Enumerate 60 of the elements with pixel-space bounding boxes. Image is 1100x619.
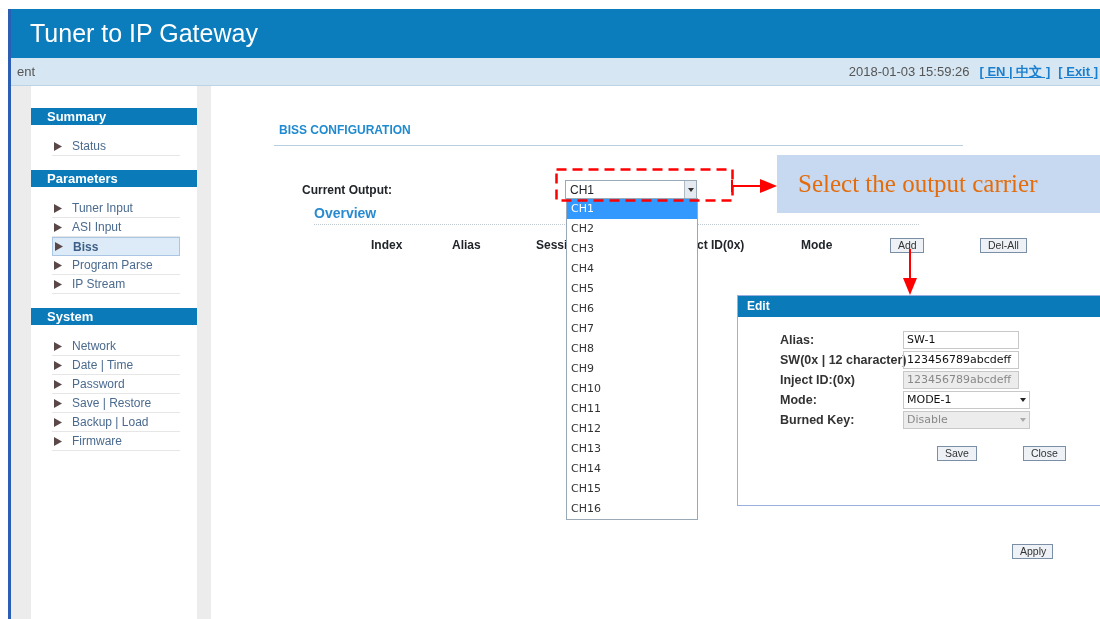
dropdown-option[interactable]: CH15 (567, 479, 697, 499)
dropdown-option[interactable]: CH9 (567, 359, 697, 379)
sidebar-item[interactable]: Program Parse (52, 256, 180, 275)
dropdown-option[interactable]: CH3 (567, 239, 697, 259)
field-label: Mode: (779, 391, 818, 409)
column-header: Mode (801, 237, 833, 254)
column-header: ct ID(0x) (697, 237, 745, 254)
sidebar-item[interactable]: Date | Time (52, 356, 180, 375)
input-field[interactable]: SW-1 (903, 331, 1019, 349)
field-label: Alias: (779, 331, 816, 349)
dropdown-option[interactable]: CH5 (567, 279, 697, 299)
field-label: Inject ID:(0x) (779, 371, 856, 389)
page-title: BISS CONFIGURATION (279, 122, 412, 139)
dropdown-icon (1020, 398, 1026, 402)
pointer-arrow (902, 249, 918, 295)
group-header: System (31, 308, 197, 325)
section-title: Overview (314, 204, 377, 223)
dropdown-option[interactable]: CH4 (567, 259, 697, 279)
dropdown-option[interactable]: CH14 (567, 459, 697, 479)
sidebar-item[interactable]: Password (52, 375, 180, 394)
dropdown-option[interactable]: CH7 (567, 319, 697, 339)
dropdown-option[interactable]: CH12 (567, 419, 697, 439)
output-select[interactable]: CH1 (565, 180, 697, 199)
dropdown-option[interactable]: CH16 (567, 499, 697, 519)
datetime-text: 2018-01-03 15:59:26 (848, 62, 970, 81)
dropdown-option[interactable]: CH8 (567, 339, 697, 359)
dropdown-icon (1020, 418, 1026, 422)
group-header: Summary (31, 108, 197, 125)
column-header: Alias (452, 237, 481, 254)
column-header: Index (371, 237, 403, 254)
sidebar-item[interactable]: IP Stream (52, 275, 180, 294)
dropdown-option[interactable]: CH6 (567, 299, 697, 319)
table-button[interactable]: Del-All (980, 237, 1027, 253)
dropdown-icon (684, 181, 696, 198)
dropdown-option[interactable]: CH10 (567, 379, 697, 399)
dialog-button[interactable]: Close (1022, 446, 1066, 461)
dialog-button[interactable]: Save (937, 446, 977, 461)
app-title: Tuner to IP Gateway (30, 17, 258, 49)
column-header: Sessi (536, 237, 568, 254)
dialog-title: Edit (738, 296, 1100, 317)
sidebar-item[interactable]: Biss (52, 237, 180, 256)
select-field[interactable]: MODE-1 (903, 391, 1030, 409)
pointer-arrow (731, 178, 778, 194)
table-button[interactable]: Add (890, 237, 924, 253)
group-header: Parameters (31, 170, 197, 187)
sidebar-item[interactable]: Network (52, 337, 180, 356)
apply-button[interactable]: Apply (1012, 544, 1053, 559)
breadcrumb-text: ent (17, 62, 36, 81)
dropdown-option[interactable]: CH13 (567, 439, 697, 459)
current-output-label: Current Output: (301, 181, 392, 199)
dropdown-option[interactable]: CH2 (567, 219, 697, 239)
sidebar-item[interactable]: Firmware (52, 432, 180, 451)
sidebar-item[interactable]: Backup | Load (52, 413, 180, 432)
field-label: Burned Key: (779, 411, 856, 429)
sidebar-item[interactable]: Tuner Input (52, 199, 180, 218)
triangle-icon (54, 141, 62, 151)
sidebar-item[interactable]: Status (52, 137, 180, 156)
callout-box: Select the output carrier (777, 155, 1100, 213)
sidebar-item[interactable]: Save | Restore (52, 394, 180, 413)
dropdown-option[interactable]: CH11 (567, 399, 697, 419)
